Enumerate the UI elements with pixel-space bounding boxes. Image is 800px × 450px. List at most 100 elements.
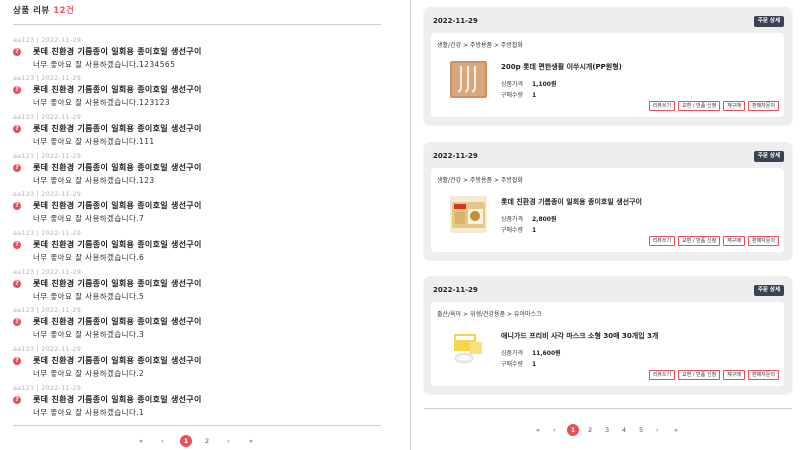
review-meta: aa123 | 2022-11-29	[13, 384, 82, 392]
exchange-return-button[interactable]: 교환 / 반품 신청	[678, 236, 721, 246]
seller-inquiry-button[interactable]: 판매자문의	[747, 370, 779, 380]
category-breadcrumb: 생활/건강 > 주방용품 > 주방잡화	[437, 177, 523, 184]
review-meta: aa123 | 2022-11-29	[13, 152, 82, 160]
review-product-title[interactable]: 롯데 친환경 기름종이 일회용 종이호일 생선구이	[33, 123, 202, 134]
rebuy-button[interactable]: 재구매	[723, 236, 745, 246]
pager-page-2[interactable]: 2	[588, 426, 592, 434]
pager-prev-button[interactable]: ‹	[161, 437, 164, 445]
pager-page-4[interactable]: 4	[622, 426, 626, 434]
paper-foil-product-icon[interactable]	[450, 196, 487, 233]
question-icon: ?	[13, 86, 21, 94]
footer-divider	[424, 408, 792, 409]
quantity-value: 1	[532, 92, 537, 99]
write-review-button[interactable]: 리뷰쓰기	[648, 236, 676, 246]
pager-first-button[interactable]: «	[139, 437, 143, 445]
review-product-title[interactable]: 롯데 친환경 기름종이 일회용 종이호일 생선구이	[33, 316, 202, 327]
question-icon: ?	[13, 318, 21, 326]
review-product-title[interactable]: 롯데 친환경 기름종이 일회용 종이호일 생선구이	[33, 46, 202, 57]
category-breadcrumb: 출산/육아 > 위생/건강용품 > 유아마스크	[437, 311, 542, 318]
pager-prev-button[interactable]: ‹	[553, 426, 556, 434]
review-item[interactable]: aa123 | 2022-11-29 ? 롯데 친환경 기름종이 일회용 종이호…	[13, 113, 381, 151]
review-meta: aa123 | 2022-11-29	[13, 74, 82, 82]
rebuy-button[interactable]: 재구매	[723, 370, 745, 380]
price-row: 상품가격 11,600원	[501, 348, 561, 357]
question-icon: ?	[13, 241, 21, 249]
review-item[interactable]: aa123 | 2022-11-29 ? 롯데 친환경 기름종이 일회용 종이호…	[13, 306, 381, 344]
seller-inquiry-button[interactable]: 판매자문의	[747, 101, 779, 111]
quantity-row: 구매수량 1	[501, 225, 536, 234]
review-item[interactable]: aa123 | 2022-11-29 ? 롯데 친환경 기름종이 일회용 종이호…	[13, 152, 381, 190]
quantity-label: 구매수량	[501, 361, 524, 368]
review-meta: aa123 | 2022-11-29	[13, 190, 82, 198]
review-item[interactable]: aa123 | 2022-11-29 ? 롯데 친환경 기름종이 일회용 종이호…	[13, 345, 381, 383]
review-body: 너무 좋아요 잘 사용하겠습니다.5	[33, 292, 145, 301]
exchange-return-button[interactable]: 교환 / 반품 신청	[678, 370, 721, 380]
review-header-label: 상품 리뷰	[13, 6, 50, 16]
question-icon: ?	[13, 396, 21, 404]
product-name[interactable]: 애니가드 프리비 사각 마스크 소형 30매 30개입 3개	[501, 331, 658, 341]
review-item[interactable]: aa123 | 2022-11-29 ? 롯데 친환경 기름종이 일회용 종이호…	[13, 268, 381, 306]
review-header: 상품 리뷰 12건	[13, 4, 74, 16]
price-row: 상품가격 2,800원	[501, 214, 557, 223]
review-meta: aa123 | 2022-11-29	[13, 36, 82, 44]
pager-page-1[interactable]: 1	[180, 435, 192, 447]
question-icon: ?	[13, 280, 21, 288]
order-date: 2022-11-29	[433, 17, 478, 25]
rebuy-button[interactable]: 재구매	[723, 101, 745, 111]
footer-divider	[13, 425, 381, 426]
review-product-title[interactable]: 롯데 친환경 기름종이 일회용 종이호일 생선구이	[33, 162, 202, 173]
seller-inquiry-button[interactable]: 판매자문의	[747, 236, 779, 246]
mask-product-icon[interactable]	[450, 330, 487, 367]
write-review-button[interactable]: 리뷰쓰기	[648, 370, 676, 380]
pager-next-button[interactable]: ›	[227, 437, 230, 445]
question-icon: ?	[13, 357, 21, 365]
write-review-button[interactable]: 리뷰쓰기	[648, 101, 676, 111]
pager-next-button[interactable]: ›	[656, 426, 659, 434]
pager-page-3[interactable]: 3	[605, 426, 609, 434]
quantity-value: 1	[532, 227, 537, 234]
review-meta: aa123 | 2022-11-29	[13, 306, 82, 314]
order-item: 생활/건강 > 주방용품 > 주방잡화 200p 롯데 편한생활 이쑤시개(PP…	[431, 33, 784, 117]
order-actions: 리뷰쓰기 교환 / 반품 신청 재구매 판매자문의	[648, 236, 779, 246]
order-item: 생활/건강 > 주방용품 > 주방잡화 롯데 친환경 기름종이 일회용 종이호일…	[431, 168, 784, 252]
review-item[interactable]: aa123 | 2022-11-29 ? 롯데 친환경 기름종이 일회용 종이호…	[13, 229, 381, 267]
review-product-title[interactable]: 롯데 친환경 기름종이 일회용 종이호일 생선구이	[33, 200, 202, 211]
review-item[interactable]: aa123 | 2022-11-29 ? 롯데 친환경 기름종이 일회용 종이호…	[13, 190, 381, 228]
toothpick-product-icon[interactable]	[450, 61, 487, 98]
quantity-row: 구매수량 1	[501, 90, 536, 99]
pager-page-2[interactable]: 2	[205, 437, 209, 445]
review-product-title[interactable]: 롯데 친환경 기름종이 일회용 종이호일 생선구이	[33, 239, 202, 250]
review-item[interactable]: aa123 | 2022-11-29 ? 롯데 친환경 기름종이 일회용 종이호…	[13, 384, 381, 422]
review-body: 너무 좋아요 잘 사용하겠습니다.1234565	[33, 60, 176, 69]
order-detail-button[interactable]: 주문 상세	[753, 285, 784, 296]
review-product-title[interactable]: 롯데 친환경 기름종이 일회용 종이호일 생선구이	[33, 278, 202, 289]
pager-page-5[interactable]: 5	[639, 426, 643, 434]
product-name[interactable]: 200p 롯데 편한생활 이쑤시개(PP원형)	[501, 62, 622, 72]
pager-last-button[interactable]: »	[674, 426, 678, 434]
price-label: 상품가격	[501, 81, 524, 88]
review-body: 너무 좋아요 잘 사용하겠습니다.2	[33, 369, 145, 378]
review-body: 너무 좋아요 잘 사용하겠습니다.3	[33, 330, 145, 339]
quantity-value: 1	[532, 361, 537, 368]
order-detail-button[interactable]: 주문 상세	[753, 16, 784, 27]
price-value: 1,100원	[532, 81, 557, 88]
review-item[interactable]: aa123 | 2022-11-29 ? 롯데 친환경 기름종이 일회용 종이호…	[13, 36, 381, 74]
header-divider	[13, 24, 381, 25]
review-meta: aa123 | 2022-11-29	[13, 345, 82, 353]
pager-first-button[interactable]: «	[536, 426, 540, 434]
review-product-title[interactable]: 롯데 친환경 기름종이 일회용 종이호일 생선구이	[33, 355, 202, 366]
review-product-title[interactable]: 롯데 친환경 기름종이 일회용 종이호일 생선구이	[33, 394, 202, 405]
review-count: 12건	[53, 6, 75, 16]
review-product-title[interactable]: 롯데 친환경 기름종이 일회용 종이호일 생선구이	[33, 84, 202, 95]
category-breadcrumb: 생활/건강 > 주방용품 > 주방잡화	[437, 42, 523, 49]
pager-page-1[interactable]: 1	[567, 424, 579, 436]
review-item[interactable]: aa123 | 2022-11-29 ? 롯데 친환경 기름종이 일회용 종이호…	[13, 74, 381, 112]
order-item: 출산/육아 > 위생/건강용품 > 유아마스크 애니가드 프리비 사각 마스크 …	[431, 302, 784, 386]
review-body: 너무 좋아요 잘 사용하겠습니다.1	[33, 408, 145, 417]
exchange-return-button[interactable]: 교환 / 반품 신청	[678, 101, 721, 111]
order-panel: 2022-11-29 주문 상세 생활/건강 > 주방용품 > 주방잡화 200…	[411, 0, 800, 450]
order-detail-button[interactable]: 주문 상세	[753, 151, 784, 162]
pager-last-button[interactable]: »	[249, 437, 253, 445]
product-name[interactable]: 롯데 친환경 기름종이 일회용 종이호일 생선구이	[501, 197, 642, 207]
review-body: 너무 좋아요 잘 사용하겠습니다.6	[33, 253, 145, 262]
